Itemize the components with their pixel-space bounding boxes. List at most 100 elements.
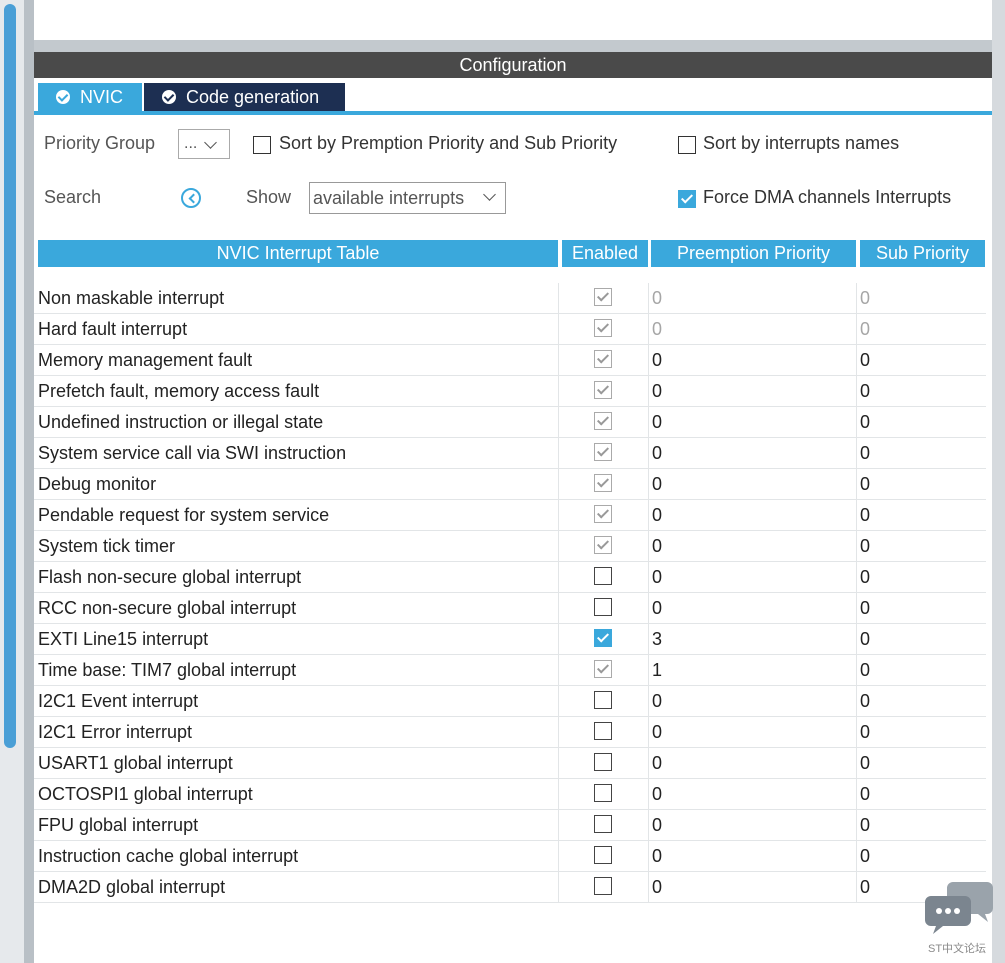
table-row[interactable]: OCTOSPI1 global interrupt 0 0 — [34, 779, 986, 810]
tab-underline — [34, 111, 992, 115]
preemption-priority-cell[interactable]: 1 — [648, 655, 856, 685]
sub-priority-cell[interactable]: 0 — [856, 717, 986, 747]
sub-priority-cell[interactable]: 0 — [856, 562, 986, 592]
header-sub-priority[interactable]: Sub Priority — [860, 240, 985, 267]
enabled-checkbox[interactable] — [594, 629, 612, 647]
sort-names-checkbox[interactable] — [678, 136, 696, 154]
enabled-checkbox[interactable] — [594, 846, 612, 864]
check-circle-icon — [162, 90, 176, 104]
sub-priority-cell[interactable]: 0 — [856, 469, 986, 499]
preemption-priority-cell[interactable]: 0 — [648, 717, 856, 747]
preemption-priority-cell[interactable]: 0 — [648, 748, 856, 778]
header-interrupt-table[interactable]: NVIC Interrupt Table — [38, 240, 558, 267]
left-scrollbar-thumb[interactable] — [4, 4, 16, 748]
show-select-value: available interrupts — [313, 187, 465, 208]
sub-priority-cell[interactable]: 0 — [856, 345, 986, 375]
preemption-priority-cell[interactable]: 0 — [648, 376, 856, 406]
table-row[interactable]: Instruction cache global interrupt 0 0 — [34, 841, 986, 872]
interrupt-name: Debug monitor — [38, 474, 157, 494]
enabled-cell — [558, 655, 649, 685]
sub-priority-cell[interactable]: 0 — [856, 779, 986, 809]
table-row[interactable]: DMA2D global interrupt 0 0 — [34, 872, 986, 903]
sub-priority-cell[interactable]: 0 — [856, 686, 986, 716]
table-row[interactable]: Memory management fault 0 0 — [34, 345, 986, 376]
interrupt-name: EXTI Line15 interrupt — [38, 629, 209, 649]
priority-group-value: ... — [184, 135, 198, 152]
table-row[interactable]: Undefined instruction or illegal state 0 0 — [34, 407, 986, 438]
sub-priority-cell[interactable]: 0 — [856, 593, 986, 623]
interrupt-name: Flash non-secure global interrupt — [38, 567, 302, 587]
search-back-icon[interactable] — [181, 188, 201, 208]
tab-code-generation[interactable]: Code generation — [144, 83, 345, 111]
sub-priority-cell[interactable]: 0 — [856, 531, 986, 561]
enabled-checkbox — [594, 288, 612, 306]
enabled-checkbox — [594, 381, 612, 399]
enabled-cell — [558, 283, 649, 313]
preemption-priority-cell[interactable]: 0 — [648, 345, 856, 375]
preemption-priority-cell[interactable]: 0 — [648, 841, 856, 871]
table-row[interactable]: System tick timer 0 0 — [34, 531, 986, 562]
enabled-cell — [558, 686, 649, 716]
enabled-cell — [558, 407, 649, 437]
enabled-checkbox[interactable] — [594, 598, 612, 616]
enabled-checkbox[interactable] — [594, 753, 612, 771]
table-row[interactable]: Pendable request for system service 0 0 — [34, 500, 986, 531]
show-select[interactable]: available interrupts — [309, 182, 506, 214]
preemption-priority-cell[interactable]: 0 — [648, 407, 856, 437]
table-row[interactable]: EXTI Line15 interrupt 3 0 — [34, 624, 986, 655]
preemption-priority-cell[interactable]: 0 — [648, 562, 856, 592]
enabled-cell — [558, 872, 649, 902]
sub-priority-cell[interactable]: 0 — [856, 748, 986, 778]
enabled-checkbox[interactable] — [594, 784, 612, 802]
enabled-checkbox[interactable] — [594, 877, 612, 895]
force-dma-checkbox[interactable] — [678, 190, 696, 208]
preemption-priority-cell[interactable]: 0 — [648, 686, 856, 716]
sort-premption-label: Sort by Premption Priority and Sub Prior… — [279, 133, 618, 153]
preemption-priority-cell[interactable]: 0 — [648, 438, 856, 468]
sub-priority-cell[interactable]: 0 — [856, 655, 986, 685]
table-row[interactable]: RCC non-secure global interrupt 0 0 — [34, 593, 986, 624]
preemption-priority-cell[interactable]: 0 — [648, 872, 856, 902]
enabled-checkbox[interactable] — [594, 815, 612, 833]
chat-bubbles-icon — [925, 882, 993, 934]
preemption-priority-cell[interactable]: 0 — [648, 593, 856, 623]
sub-priority-cell[interactable]: 0 — [856, 810, 986, 840]
preemption-priority-cell[interactable]: 0 — [648, 779, 856, 809]
search-label: Search — [44, 187, 102, 207]
table-row[interactable]: Time base: TIM7 global interrupt 1 0 — [34, 655, 986, 686]
table-row[interactable]: Flash non-secure global interrupt 0 0 — [34, 562, 986, 593]
header-preemption-priority[interactable]: Preemption Priority — [651, 240, 856, 267]
panel-splitter[interactable] — [24, 0, 34, 963]
table-row[interactable]: I2C1 Error interrupt 0 0 — [34, 717, 986, 748]
sort-premption-checkbox[interactable] — [253, 136, 271, 154]
table-row[interactable]: I2C1 Event interrupt 0 0 — [34, 686, 986, 717]
enabled-checkbox[interactable] — [594, 722, 612, 740]
table-row[interactable]: System service call via SWI instruction 0… — [34, 438, 986, 469]
preemption-priority-cell[interactable]: 0 — [648, 500, 856, 530]
table-row[interactable]: Non maskable interrupt 0 0 — [34, 283, 986, 314]
table-row[interactable]: Debug monitor 0 0 — [34, 469, 986, 500]
sub-priority-cell[interactable]: 0 — [856, 500, 986, 530]
sub-priority-cell[interactable]: 0 — [856, 438, 986, 468]
table-row[interactable]: Prefetch fault, memory access fault 0 0 — [34, 376, 986, 407]
enabled-cell — [558, 562, 649, 592]
interrupt-name: Time base: TIM7 global interrupt — [38, 660, 297, 680]
preemption-priority-cell[interactable]: 3 — [648, 624, 856, 654]
sub-priority-cell[interactable]: 0 — [856, 407, 986, 437]
sub-priority-cell[interactable]: 0 — [856, 624, 986, 654]
enabled-checkbox[interactable] — [594, 691, 612, 709]
preemption-priority-cell[interactable]: 0 — [648, 810, 856, 840]
sub-priority-cell[interactable]: 0 — [856, 376, 986, 406]
table-row[interactable]: USART1 global interrupt 0 0 — [34, 748, 986, 779]
priority-group-label: Priority Group — [44, 133, 156, 153]
preemption-priority-cell[interactable]: 0 — [648, 469, 856, 499]
enabled-checkbox[interactable] — [594, 567, 612, 585]
table-row[interactable]: Hard fault interrupt 0 0 — [34, 314, 986, 345]
header-enabled[interactable]: Enabled — [562, 240, 648, 267]
priority-group-select[interactable]: ... — [178, 129, 230, 159]
preemption-priority-cell[interactable]: 0 — [648, 531, 856, 561]
sub-priority-cell[interactable]: 0 — [856, 841, 986, 871]
table-row[interactable]: FPU global interrupt 0 0 — [34, 810, 986, 841]
tab-nvic[interactable]: NVIC — [38, 83, 142, 111]
horizontal-splitter[interactable] — [34, 40, 992, 52]
